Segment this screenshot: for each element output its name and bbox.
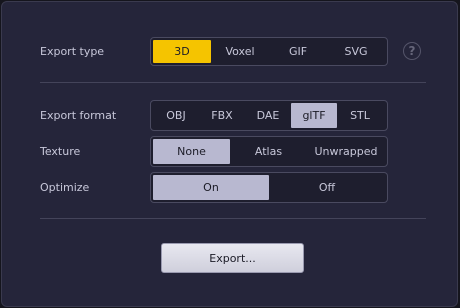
texture-unwrapped[interactable]: Unwrapped (307, 139, 385, 164)
format-gltf[interactable]: glTF (291, 103, 337, 128)
export-type-gif[interactable]: GIF (269, 40, 327, 63)
texture-none[interactable]: None (153, 139, 230, 164)
format-dae[interactable]: DAE (245, 103, 291, 128)
export-type-voxel[interactable]: Voxel (211, 40, 269, 63)
optimize-label: Optimize (40, 181, 90, 194)
help-icon[interactable]: ? (403, 42, 421, 60)
optimize-off[interactable]: Off (269, 175, 385, 200)
divider-top (40, 82, 426, 83)
export-type-selector: 3D Voxel GIF SVG (150, 37, 388, 66)
export-button[interactable]: Export... (161, 243, 304, 273)
export-format-selector: OBJ FBX DAE glTF STL (150, 100, 388, 131)
optimize-selector: On Off (150, 172, 388, 203)
format-fbx[interactable]: FBX (199, 103, 245, 128)
format-stl[interactable]: STL (337, 103, 383, 128)
export-type-svg[interactable]: SVG (327, 40, 385, 63)
texture-label: Texture (40, 145, 81, 158)
export-panel: Export type 3D Voxel GIF SVG ? Export fo… (1, 1, 458, 307)
export-format-label: Export format (40, 109, 117, 122)
optimize-on[interactable]: On (153, 175, 269, 200)
texture-atlas[interactable]: Atlas (230, 139, 307, 164)
format-obj[interactable]: OBJ (153, 103, 199, 128)
divider-bottom (40, 218, 426, 219)
export-type-label: Export type (40, 45, 105, 58)
texture-selector: None Atlas Unwrapped (150, 136, 388, 167)
export-type-3d[interactable]: 3D (153, 40, 211, 63)
